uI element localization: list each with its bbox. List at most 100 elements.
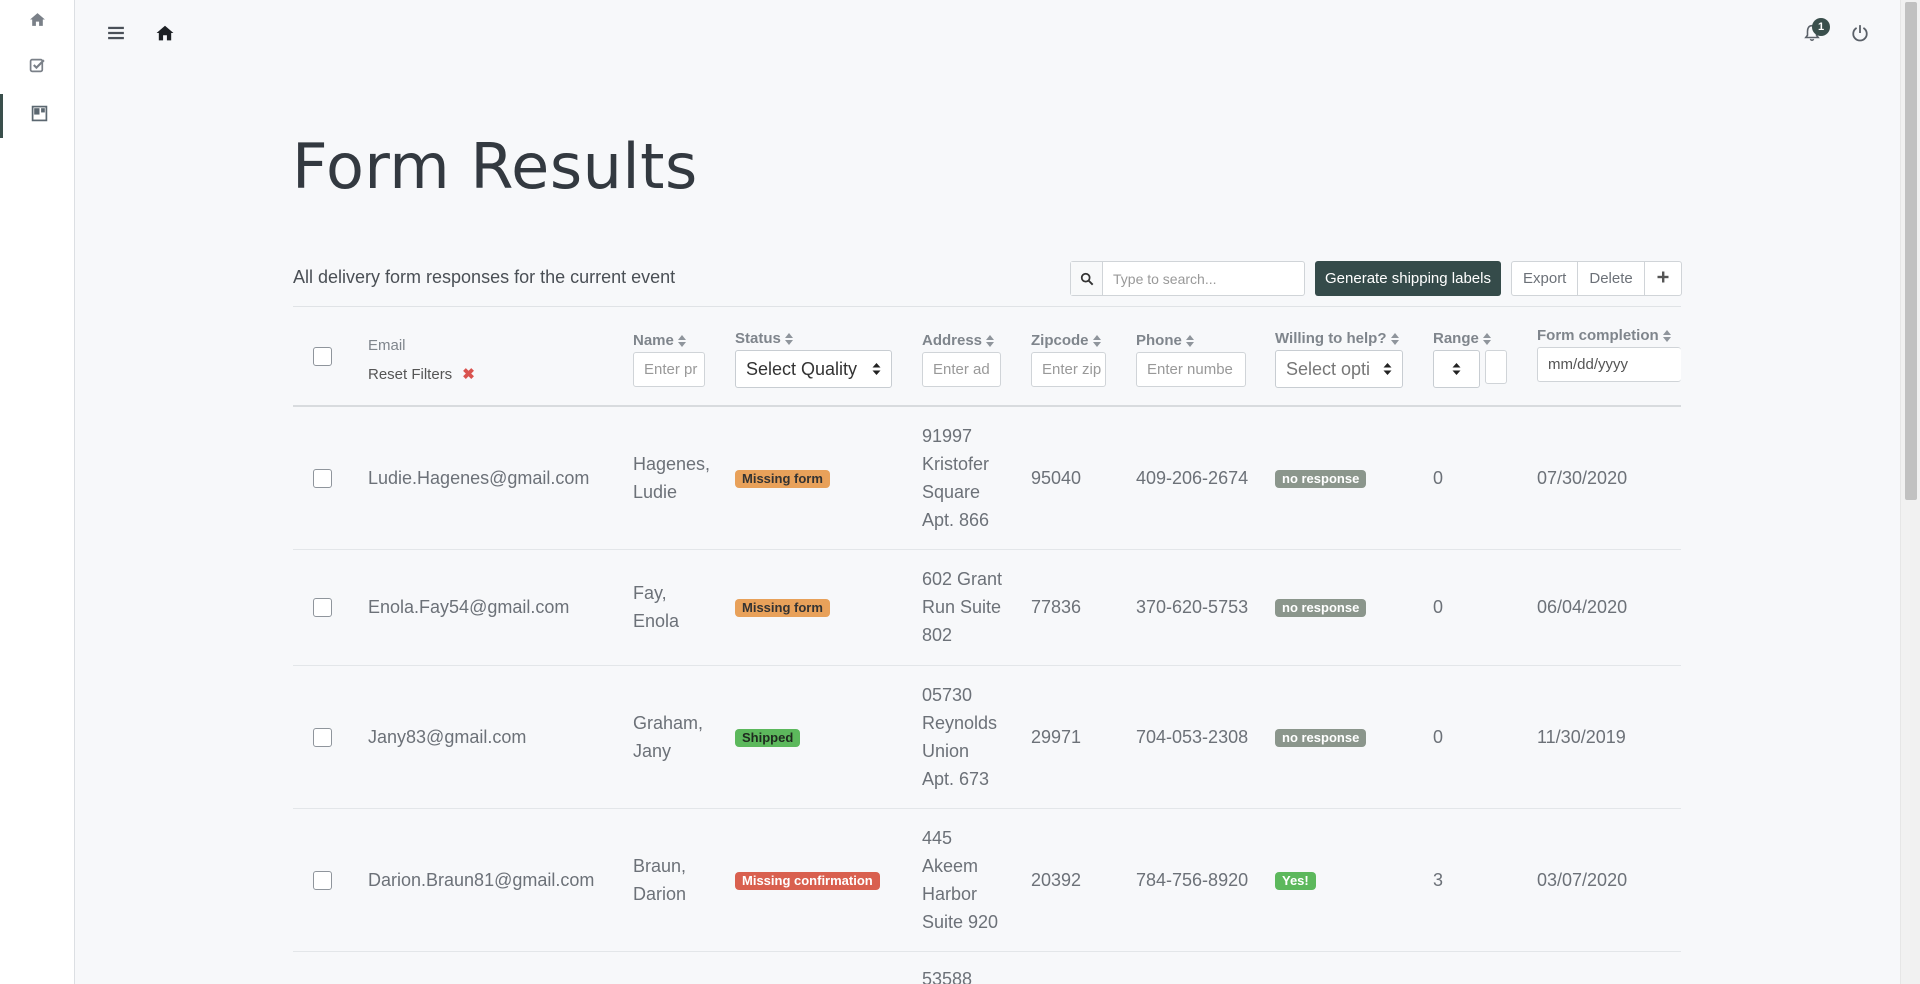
table-header: Email Reset Filters ✖ Name Enter pr Stat…: [293, 306, 1681, 407]
select-all-checkbox[interactable]: [313, 347, 332, 366]
email-cell: Jany83@gmail.com: [368, 727, 527, 747]
phone-header-label: Phone: [1136, 332, 1182, 349]
zipcode-filter-input[interactable]: Enter zip: [1031, 352, 1106, 387]
home-icon[interactable]: [156, 24, 174, 42]
status-header-label: Status: [735, 330, 781, 347]
vertical-scrollbar[interactable]: [1900, 0, 1920, 984]
email-cell: Darion.Braun81@gmail.com: [368, 870, 595, 890]
address-line: Square: [922, 482, 981, 502]
table-row[interactable]: Enola.Fay54@gmail.com Fay, Enola Missing…: [293, 550, 1681, 666]
address-line: 445: [922, 828, 953, 848]
zipcode-header-label: Zipcode: [1031, 332, 1089, 349]
form-completion-date-input[interactable]: mm/dd/yyyy: [1537, 347, 1681, 382]
search-input[interactable]: [1103, 262, 1304, 295]
sort-icon: [677, 334, 686, 347]
chevron-updown-icon: [1452, 363, 1461, 375]
results-table: Email Reset Filters ✖ Name Enter pr Stat…: [293, 306, 1681, 984]
sort-icon: [1482, 332, 1491, 345]
name-header-label: Name: [633, 332, 674, 349]
delete-button[interactable]: Delete: [1578, 262, 1645, 295]
address-line: 802: [922, 625, 953, 645]
table-row[interactable]: Darion.Braun81@gmail.com Braun, Darion M…: [293, 809, 1681, 952]
status-filter-value: Select Quality: [746, 358, 858, 379]
table-row[interactable]: Jany83@gmail.com Graham, Jany Shipped 05…: [293, 666, 1681, 809]
status-header[interactable]: Status: [735, 330, 793, 347]
row-checkbox[interactable]: [313, 728, 332, 747]
address-cell: 53588: [922, 965, 972, 984]
page-subtitle: All delivery form responses for the curr…: [293, 267, 676, 287]
table-row[interactable]: 53588: [293, 952, 1681, 984]
phone-cell: 370-620-5753: [1136, 597, 1249, 617]
zipcode-cell: 95040: [1031, 468, 1082, 488]
notification-bell-icon[interactable]: 1: [1803, 18, 1830, 42]
address-line: Suite 920: [922, 912, 999, 932]
willing-badge: no response: [1275, 599, 1367, 617]
sidebar-item-home[interactable]: [0, 0, 75, 44]
generate-shipping-labels-button[interactable]: Generate shipping labels: [1315, 261, 1501, 296]
willing-header-label: Willing to help?: [1275, 330, 1387, 347]
chevron-updown-icon: [1383, 363, 1392, 375]
completion-date-cell: 11/30/2019: [1537, 727, 1626, 747]
address-line: Run Suite: [922, 597, 1002, 617]
hamburger-icon[interactable]: [107, 24, 125, 42]
address-line: Harbor: [922, 884, 978, 904]
sort-icon: [1185, 334, 1194, 347]
status-badge: Missing form: [735, 599, 830, 617]
range-cell: 3: [1433, 870, 1444, 890]
name-cell: Graham, Jany: [633, 709, 703, 765]
status-filter-select[interactable]: Select Quality: [735, 350, 892, 388]
sort-icon: [1092, 334, 1101, 347]
add-button[interactable]: [1645, 262, 1681, 295]
address-line: Reynolds: [922, 713, 998, 733]
willing-header[interactable]: Willing to help?: [1275, 330, 1399, 347]
power-icon[interactable]: [1851, 24, 1869, 42]
completion-date-cell: 07/30/2020: [1537, 468, 1628, 488]
row-checkbox[interactable]: [313, 469, 332, 488]
sort-icon: [1662, 329, 1671, 342]
sort-icon: [986, 334, 995, 347]
sidebar-item-board[interactable]: [0, 94, 75, 138]
last-name: Braun,: [633, 856, 687, 876]
email-header[interactable]: Email: [368, 337, 406, 354]
range-value-input[interactable]: [1485, 350, 1507, 384]
willing-filter-select[interactable]: Select opti: [1275, 350, 1403, 388]
zipcode-cell: 20392: [1031, 870, 1082, 890]
address-cell: 05730 Reynolds Union Apt. 673: [922, 681, 997, 793]
board-icon: [31, 105, 48, 127]
name-header[interactable]: Name: [633, 332, 686, 349]
name-filter-input[interactable]: Enter pr: [633, 352, 705, 387]
sort-icon: [1390, 332, 1399, 345]
last-name: Hagenes,: [633, 454, 711, 474]
willing-badge: no response: [1275, 729, 1367, 747]
phone-filter-input[interactable]: Enter numbe: [1136, 352, 1246, 387]
reset-filters-link[interactable]: Reset Filters ✖: [368, 365, 475, 384]
name-cell: Hagenes, Ludie: [633, 450, 710, 506]
sidebar-item-tasks[interactable]: [0, 46, 75, 90]
willing-badge: Yes!: [1275, 872, 1316, 890]
address-filter-input[interactable]: Enter ad: [922, 352, 1001, 387]
chevron-updown-icon: [872, 363, 881, 375]
search-box: [1070, 261, 1305, 296]
name-cell: Fay, Enola: [633, 579, 679, 635]
page-title: Form Results: [292, 130, 698, 203]
sort-icon: [784, 332, 793, 345]
range-header[interactable]: Range: [1433, 330, 1491, 347]
zipcode-header[interactable]: Zipcode: [1031, 332, 1101, 349]
address-line: 602 Grant: [922, 569, 1003, 589]
range-operator-select[interactable]: [1433, 350, 1480, 388]
row-checkbox[interactable]: [313, 871, 332, 890]
address-cell: 91997 Kristofer Square Apt. 866: [922, 422, 989, 534]
form-completion-header[interactable]: Form completion: [1537, 327, 1671, 344]
row-checkbox[interactable]: [313, 598, 332, 617]
search-icon: [1071, 262, 1103, 295]
table-actions-group: Export Delete: [1511, 261, 1682, 296]
phone-header[interactable]: Phone: [1136, 332, 1194, 349]
export-button[interactable]: Export: [1512, 262, 1579, 295]
scrollbar-thumb[interactable]: [1905, 2, 1917, 500]
table-row[interactable]: Ludie.Hagenes@gmail.com Hagenes, Ludie M…: [293, 407, 1681, 550]
completion-date-cell: 06/04/2020: [1537, 597, 1628, 617]
first-name: Jany: [633, 741, 672, 761]
address-header[interactable]: Address: [922, 332, 995, 349]
status-badge: Missing form: [735, 470, 830, 488]
top-bar: 1: [75, 0, 1900, 66]
